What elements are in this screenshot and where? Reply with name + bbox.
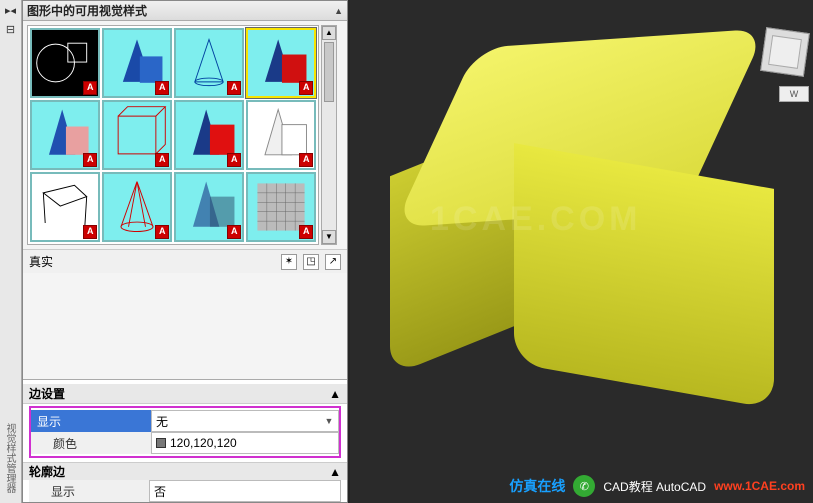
autocad-badge-icon [299,81,313,95]
style-thumb-grid[interactable] [246,172,316,242]
current-style-row: 真实 ✶ ◳ ↗ [23,249,347,273]
outline-edge-label: 轮廓边 [29,463,65,480]
autocad-badge-icon [227,153,241,167]
export-style-icon[interactable]: ↗ [325,254,341,270]
style-thumb-hidden[interactable] [174,28,244,98]
outline-show-value-text: 否 [154,483,166,500]
watermark-brand2: 仿真在线 [509,476,565,496]
section-arrow-icon: ▲ [329,465,341,479]
autocad-badge-icon [227,81,241,95]
outline-edge-header[interactable]: 轮廓边 ▲ [23,462,347,480]
watermark-brand3: www.1CAE.com [714,479,805,493]
prop-label-show[interactable]: 显示 [31,410,151,432]
prop-value-color[interactable]: 120,120,120 [151,432,339,454]
annotation-highlight: 显示 无 ▼ 颜色 120,120,120 [29,406,341,458]
prop-label-color[interactable]: 颜色 [31,432,151,454]
collapse-icon[interactable]: ▸◂ [5,4,16,17]
show-value-text: 无 [156,413,168,430]
panel-title: 图形中的可用视觉样式 [27,2,147,19]
color-value-text: 120,120,120 [170,436,237,450]
autocad-badge-icon [83,153,97,167]
autocad-badge-icon [155,225,169,239]
autocad-badge-icon [299,225,313,239]
autocad-badge-icon [83,225,97,239]
thumbnail-area: ▲ ▼ [23,21,347,249]
scroll-thumb[interactable] [324,42,334,102]
style-thumb-realistic[interactable] [246,28,316,98]
style-thumb-xray[interactable] [174,172,244,242]
autocad-badge-icon [155,153,169,167]
palette-title-vertical: 视觉样式管理器 [2,423,17,493]
dropdown-arrow-icon[interactable]: ▼ [322,416,336,426]
prop-label-outline-show[interactable]: 显示 [29,480,149,502]
collapse-arrow-icon[interactable]: ▲ [334,6,343,16]
style-thumb-sketch[interactable] [246,100,316,170]
properties-section: 边设置 ▲ 显示 无 ▼ 颜色 120,120,120 轮廓边 ▲ [23,379,347,502]
panel-header: 图形中的可用视觉样式 ▲ [23,1,347,21]
prop-value-show[interactable]: 无 ▼ [151,410,339,432]
apply-style-icon[interactable]: ◳ [303,254,319,270]
scroll-up-icon[interactable]: ▲ [322,26,336,40]
wechat-icon: ✆ [573,475,595,497]
prop-value-outline-show[interactable]: 否 [149,480,341,502]
style-thumb-shaded-1[interactable] [30,100,100,170]
current-style-label: 真实 [29,253,53,270]
style-thumb-conceptual-1[interactable] [102,28,172,98]
style-thumbnail-grid [27,25,319,245]
footer-watermark: 仿真在线 ✆ CAD教程 AutoCAD www.1CAE.com [509,475,805,497]
model-viewport[interactable]: W 1CAE.COM [350,0,813,503]
autocad-badge-icon [227,225,241,239]
style-thumb-wire-red[interactable] [102,100,172,170]
edge-settings-label: 边设置 [29,385,65,402]
visual-styles-panel: 图形中的可用视觉样式 ▲ [22,0,348,503]
pin-icon[interactable]: ⊟ [6,23,15,36]
edge-settings-header[interactable]: 边设置 ▲ [23,384,347,404]
autocad-badge-icon [299,153,313,167]
new-style-icon[interactable]: ✶ [281,254,297,270]
color-swatch-icon [156,438,166,448]
wcs-button[interactable]: W [779,86,809,102]
prop-row-color: 颜色 120,120,120 [31,432,339,454]
style-thumb-2d-wireframe[interactable] [30,28,100,98]
rendered-box-model [390,28,790,408]
style-thumb-wire-cone[interactable] [102,172,172,242]
prop-row-show: 显示 无 ▼ [31,410,339,432]
prop-row-outline-show: 显示 否 [29,480,341,502]
left-icon-strip: ▸◂ ⊟ 视觉样式管理器 [0,0,22,503]
autocad-badge-icon [155,81,169,95]
scroll-down-icon[interactable]: ▼ [322,230,336,244]
watermark-brand1: CAD教程 AutoCAD [603,478,706,495]
style-thumb-wire-3[interactable] [30,172,100,242]
autocad-badge-icon [83,81,97,95]
viewcube[interactable] [760,27,810,77]
section-arrow-icon: ▲ [329,387,341,401]
style-thumb-shaded-red[interactable] [174,100,244,170]
thumbnail-scrollbar[interactable]: ▲ ▼ [321,25,337,245]
